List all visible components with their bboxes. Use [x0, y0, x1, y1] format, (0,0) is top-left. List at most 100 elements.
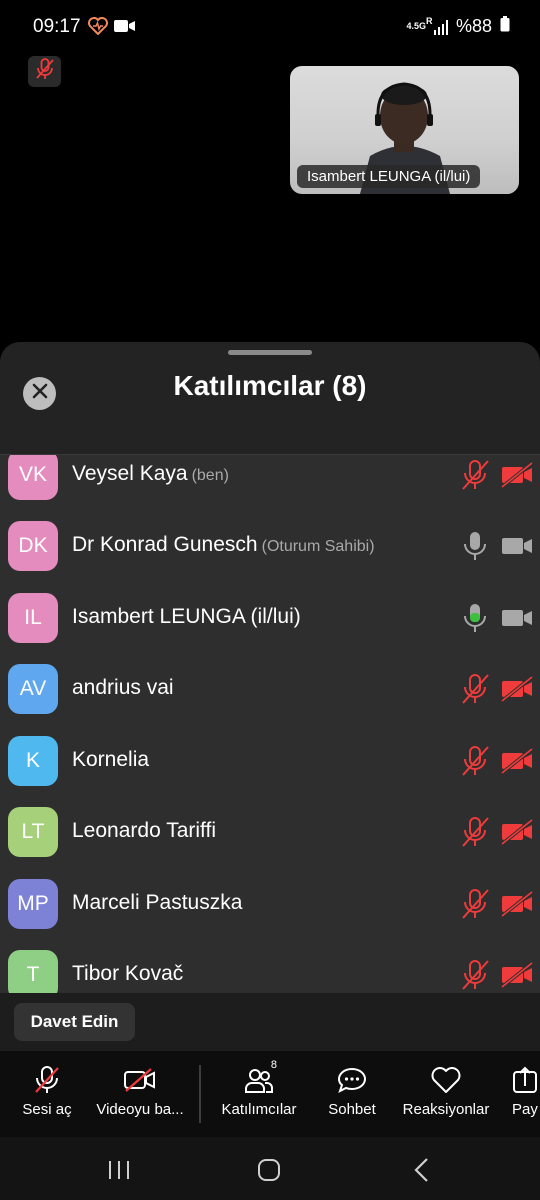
participant-row[interactable]: VK Veysel Kaya (ben) — [0, 455, 540, 521]
participant-name: Marceli Pastuszka — [72, 891, 243, 914]
system-nav-bar — [0, 1137, 540, 1200]
video-camera-icon — [500, 532, 534, 560]
participant-name-block: Leonardo Tariffi — [72, 819, 216, 843]
meeting-toolbar: Sesi aç Videoyu ba... 8 Katılımcılar Soh… — [0, 1051, 540, 1137]
participant-name-block: andrius vai — [72, 676, 174, 700]
battery-percent: %88 — [455, 16, 492, 36]
participant-row[interactable]: T Tibor Kovač — [0, 950, 540, 993]
mic-muted-icon — [460, 888, 490, 920]
active-speaker-video[interactable]: Isambert LEUNGA (il/lui) — [290, 66, 519, 194]
chat-button[interactable]: Sohbet — [322, 1051, 382, 1137]
participants-label: Katılımcılar — [221, 1101, 297, 1118]
network-type-label: 4.5G — [406, 21, 426, 31]
status-time: 09:17 — [33, 16, 81, 37]
mic-muted-icon — [460, 673, 490, 705]
mic-icon — [460, 602, 490, 634]
participant-name-block: Tibor Kovač — [72, 962, 183, 986]
home-icon — [258, 1159, 280, 1181]
video-off-icon — [500, 747, 534, 775]
network-type-icon: 4.5G — [406, 22, 426, 31]
avatar: MP — [8, 879, 58, 929]
video-participant-label: Isambert LEUNGA (il/lui) — [297, 165, 481, 188]
status-notification-icons — [88, 17, 136, 40]
participants-list[interactable]: VK Veysel Kaya (ben) DK Dr Konrad Gunesch (Ot… — [0, 455, 540, 993]
participant-name: Tibor Kovač — [72, 962, 184, 985]
avatar: DK — [8, 521, 58, 571]
avatar: K — [8, 736, 58, 786]
video-camera-icon — [500, 604, 534, 632]
signal-strength-icon: R — [426, 16, 448, 35]
video-off-icon — [500, 461, 534, 489]
battery-icon — [500, 16, 510, 37]
mic-muted-icon — [460, 745, 490, 777]
recent-apps-button[interactable] — [104, 1159, 134, 1181]
participant-row[interactable]: MP Marceli Pastuszka — [0, 879, 540, 950]
mic-muted-icon — [460, 459, 490, 491]
close-icon — [32, 383, 48, 404]
participant-name-block: Dr Konrad Gunesch (Oturum Sahibi) — [72, 533, 375, 557]
video-off-icon — [500, 890, 534, 918]
mic-muted-icon — [27, 1063, 67, 1097]
participant-name-block: Kornelia — [72, 748, 149, 772]
participant-row[interactable]: LT Leonardo Tariffi — [0, 807, 540, 878]
back-icon — [414, 1158, 428, 1182]
avatar: AV — [8, 664, 58, 714]
close-button[interactable] — [23, 377, 56, 410]
video-off-icon — [500, 675, 534, 703]
video-off-icon — [500, 961, 534, 989]
avatar: T — [8, 950, 58, 993]
invite-button[interactable]: Davet Edin — [14, 1003, 135, 1041]
participant-name: andrius vai — [72, 676, 174, 699]
unmute-label: Sesi aç — [22, 1101, 72, 1118]
participants-button[interactable]: 8 Katılımcılar — [216, 1051, 302, 1137]
participant-name-block: Isambert LEUNGA (il/lui) — [72, 605, 301, 629]
heart-icon — [426, 1063, 466, 1097]
participants-icon: 8 — [239, 1059, 279, 1097]
start-video-button[interactable]: Videoyu ba... — [94, 1051, 186, 1137]
share-button[interactable]: Pay — [512, 1051, 540, 1137]
video-off-icon — [120, 1063, 160, 1097]
invite-bar: Davet Edin — [0, 993, 540, 1051]
status-bar: 09:17 4.5G R %88 — [0, 0, 540, 56]
mic-muted-icon — [460, 959, 490, 991]
video-camera-notification-icon — [114, 19, 136, 38]
participant-name-block: Veysel Kaya (ben) — [72, 462, 229, 486]
participant-row[interactable]: DK Dr Konrad Gunesch (Oturum Sahibi) — [0, 521, 540, 592]
mic-muted-icon — [460, 816, 490, 848]
chat-label: Sohbet — [328, 1101, 376, 1118]
home-button[interactable] — [256, 1157, 282, 1183]
sheet-title: Katılımcılar (8) — [173, 370, 367, 401]
unmute-button[interactable]: Sesi aç — [18, 1051, 76, 1137]
video-off-icon — [500, 818, 534, 846]
avatar: LT — [8, 807, 58, 857]
mic-muted-icon — [35, 58, 55, 85]
roaming-label: R — [425, 15, 433, 26]
recent-apps-icon — [109, 1161, 129, 1179]
avatar: VK — [8, 455, 58, 500]
self-mute-indicator[interactable] — [28, 56, 61, 87]
share-label: Pay — [512, 1101, 538, 1118]
participant-role-note: (ben) — [191, 467, 229, 484]
participant-name: Veysel Kaya — [72, 462, 188, 485]
participant-role-note: (Oturum Sahibi) — [261, 538, 375, 555]
share-icon — [512, 1063, 540, 1097]
participant-name: Leonardo Tariffi — [72, 819, 216, 842]
toolbar-separator — [199, 1065, 201, 1123]
participant-row[interactable]: IL Isambert LEUNGA (il/lui) — [0, 593, 540, 664]
start-video-label: Videoyu ba... — [96, 1101, 184, 1118]
mic-icon — [460, 530, 490, 562]
participant-row[interactable]: AV andrius vai — [0, 664, 540, 735]
participant-row[interactable]: K Kornelia — [0, 736, 540, 807]
participant-name: Kornelia — [72, 748, 150, 771]
participant-name-block: Marceli Pastuszka — [72, 891, 242, 915]
drag-handle[interactable] — [228, 350, 312, 355]
reactions-button[interactable]: Reaksiyonlar — [398, 1051, 494, 1137]
health-heart-icon — [88, 17, 108, 40]
participant-name: Dr Konrad Gunesch — [72, 533, 258, 556]
status-right-icons: 4.5G R %88 — [406, 16, 510, 37]
participants-count-badge: 8 — [270, 1059, 277, 1071]
back-button[interactable] — [410, 1157, 434, 1183]
chat-icon — [332, 1063, 372, 1097]
reactions-label: Reaksiyonlar — [402, 1101, 490, 1118]
avatar: IL — [8, 593, 58, 643]
